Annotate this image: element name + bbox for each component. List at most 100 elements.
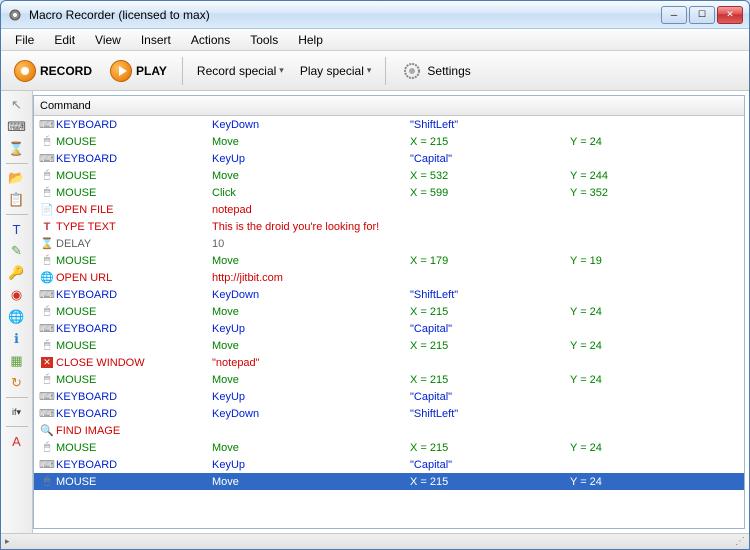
- status-collapse-icon[interactable]: ▸: [5, 536, 10, 547]
- menu-file[interactable]: File: [5, 30, 44, 50]
- cmd-name: MOUSE: [56, 170, 212, 182]
- command-row[interactable]: 🖱MOUSEMoveX = 215Y = 24: [34, 303, 744, 320]
- menu-insert[interactable]: Insert: [131, 30, 181, 50]
- mouse-icon: 🖱: [38, 304, 56, 320]
- close-button[interactable]: ✕: [717, 6, 743, 24]
- menu-tools[interactable]: Tools: [240, 30, 288, 50]
- mouse-icon: 🖱: [38, 474, 56, 490]
- menu-view[interactable]: View: [85, 30, 131, 50]
- cmd-arg1: Move: [212, 306, 410, 318]
- app-icon[interactable]: ▦: [5, 351, 29, 371]
- statusbar: ▸ ⋰: [1, 533, 749, 549]
- command-row[interactable]: 🌐OPEN URLhttp://jitbit.com: [34, 269, 744, 286]
- cmd-arg2: "ShiftLeft": [410, 408, 570, 420]
- command-row[interactable]: 🖱MOUSEMoveX = 179Y = 19: [34, 252, 744, 269]
- keyboard-icon: ⌨: [38, 151, 56, 167]
- hourglass-icon[interactable]: ⌛: [5, 139, 29, 159]
- record-label: RECORD: [40, 64, 92, 78]
- command-row[interactable]: ⌨KEYBOARDKeyUp"Capital": [34, 456, 744, 473]
- cmd-arg3: Y = 19: [570, 255, 744, 267]
- play-button[interactable]: PLAY: [103, 56, 174, 86]
- cmd-arg3: Y = 24: [570, 306, 744, 318]
- toolbox-separator: [6, 163, 28, 164]
- command-row[interactable]: 🖱MOUSEClickX = 599Y = 352: [34, 184, 744, 201]
- mouse-icon: 🖱: [38, 372, 56, 388]
- command-row[interactable]: 🖱MOUSEMoveX = 215Y = 24: [34, 337, 744, 354]
- key-icon[interactable]: 🔑: [5, 263, 29, 283]
- command-row[interactable]: 🖱MOUSEMoveX = 215Y = 24: [34, 371, 744, 388]
- command-row[interactable]: ⌨KEYBOARDKeyDown"ShiftLeft": [34, 405, 744, 422]
- toolbox-separator: [6, 397, 28, 398]
- letter-icon[interactable]: A: [5, 431, 29, 451]
- command-row[interactable]: ⌛DELAY10: [34, 235, 744, 252]
- cmd-arg1: KeyUp: [212, 391, 410, 403]
- if-icon[interactable]: if▾: [5, 402, 29, 422]
- maximize-button[interactable]: ☐: [689, 6, 715, 24]
- open-icon[interactable]: 📂: [5, 168, 29, 188]
- command-row[interactable]: 🖱MOUSEMoveX = 215Y = 24: [34, 473, 744, 490]
- cmd-arg1: Move: [212, 170, 410, 182]
- toolbar: RECORD PLAY Record special Play special …: [1, 51, 749, 91]
- command-row[interactable]: ⌨KEYBOARDKeyDown"ShiftLeft": [34, 286, 744, 303]
- stop-icon[interactable]: ◉: [5, 285, 29, 305]
- command-row[interactable]: ⌨KEYBOARDKeyUp"Capital": [34, 388, 744, 405]
- text-icon[interactable]: T: [5, 219, 29, 239]
- titlebar[interactable]: Macro Recorder (licensed to max) ─ ☐ ✕: [1, 1, 749, 29]
- cmd-name: KEYBOARD: [56, 408, 212, 420]
- wand-icon[interactable]: ✎: [5, 241, 29, 261]
- cmd-name: FIND IMAGE: [56, 425, 212, 437]
- globe-icon[interactable]: 🌐: [5, 307, 29, 327]
- play-special-dropdown[interactable]: Play special: [294, 61, 378, 81]
- command-row[interactable]: ⌨KEYBOARDKeyUp"Capital": [34, 150, 744, 167]
- cursor-icon[interactable]: ↖: [5, 95, 29, 115]
- cmd-arg2: "Capital": [410, 391, 570, 403]
- cmd-name: MOUSE: [56, 306, 212, 318]
- command-row[interactable]: ⌨KEYBOARDKeyUp"Capital": [34, 320, 744, 337]
- cmd-arg2: "ShiftLeft": [410, 119, 570, 131]
- cmd-arg2: X = 215: [410, 136, 570, 148]
- cmd-arg3: Y = 24: [570, 374, 744, 386]
- cmd-name: KEYBOARD: [56, 391, 212, 403]
- cmd-arg1: 10: [212, 238, 410, 250]
- grid-header[interactable]: Command: [34, 96, 744, 116]
- record-button[interactable]: RECORD: [7, 56, 99, 86]
- toolbox-separator: [6, 426, 28, 427]
- menu-help[interactable]: Help: [288, 30, 333, 50]
- cmd-name: DELAY: [56, 238, 212, 250]
- cmd-arg2: X = 215: [410, 340, 570, 352]
- toolbar-separator: [182, 57, 183, 85]
- command-row[interactable]: 🖱MOUSEMoveX = 215Y = 24: [34, 133, 744, 150]
- copy-icon[interactable]: 📋: [5, 190, 29, 210]
- cmd-name: MOUSE: [56, 255, 212, 267]
- record-special-dropdown[interactable]: Record special: [191, 61, 290, 81]
- cmd-arg1: KeyUp: [212, 323, 410, 335]
- keyboard-icon[interactable]: ⌨: [5, 117, 29, 137]
- menu-edit[interactable]: Edit: [44, 30, 85, 50]
- command-row[interactable]: ⌨KEYBOARDKeyDown"ShiftLeft": [34, 116, 744, 133]
- grid-body[interactable]: ⌨KEYBOARDKeyDown"ShiftLeft"🖱MOUSEMoveX =…: [34, 116, 744, 528]
- text-icon: T: [38, 219, 56, 235]
- close-icon: ✕: [38, 355, 56, 371]
- cmd-arg1: http://jitbit.com: [212, 272, 410, 284]
- cmd-arg3: Y = 24: [570, 136, 744, 148]
- menu-actions[interactable]: Actions: [181, 30, 240, 50]
- resize-grip[interactable]: ⋰: [735, 536, 745, 547]
- mouse-icon: 🖱: [38, 338, 56, 354]
- cmd-arg2: "Capital": [410, 459, 570, 471]
- mouse-icon: 🖱: [38, 168, 56, 184]
- command-row[interactable]: 📄OPEN FILEnotepad: [34, 201, 744, 218]
- info-icon[interactable]: ℹ: [5, 329, 29, 349]
- command-row[interactable]: 🔍FIND IMAGE: [34, 422, 744, 439]
- command-row[interactable]: 🖱MOUSEMoveX = 215Y = 24: [34, 439, 744, 456]
- find-icon: 🔍: [38, 423, 56, 439]
- settings-button[interactable]: Settings: [394, 56, 477, 86]
- cmd-name: MOUSE: [56, 136, 212, 148]
- refresh-icon[interactable]: ↻: [5, 373, 29, 393]
- window-title: Macro Recorder (licensed to max): [29, 8, 661, 22]
- minimize-button[interactable]: ─: [661, 6, 687, 24]
- cmd-arg3: Y = 24: [570, 476, 744, 488]
- cmd-name: KEYBOARD: [56, 323, 212, 335]
- command-row[interactable]: 🖱MOUSEMoveX = 532Y = 244: [34, 167, 744, 184]
- command-row[interactable]: TTYPE TEXTThis is the droid you're looki…: [34, 218, 744, 235]
- command-row[interactable]: ✕CLOSE WINDOW"notepad": [34, 354, 744, 371]
